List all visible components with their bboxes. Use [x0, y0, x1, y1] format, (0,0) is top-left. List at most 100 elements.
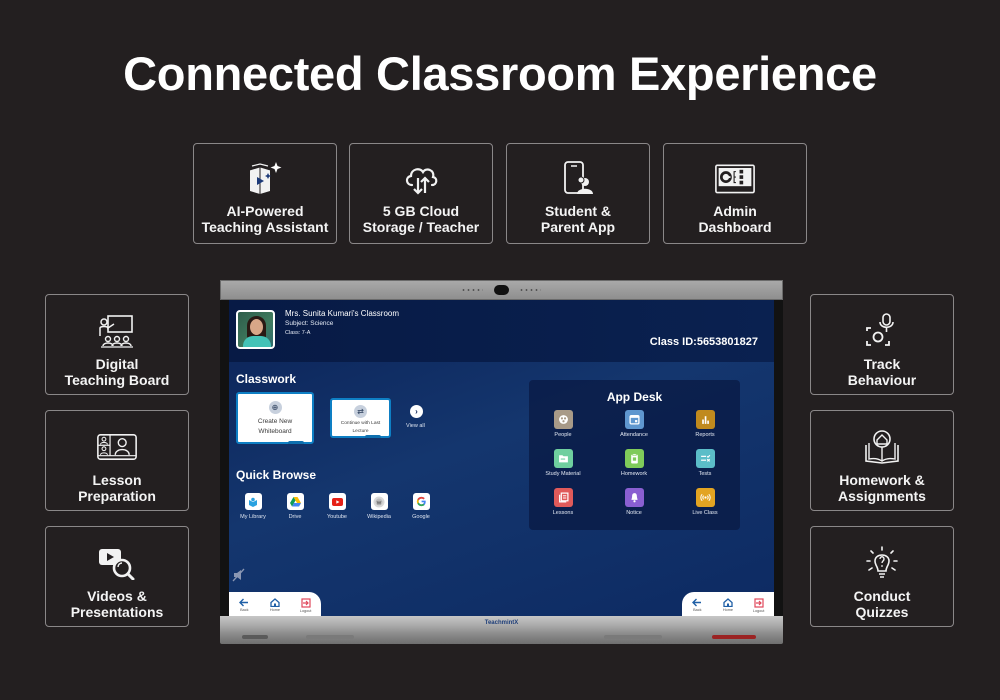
chevron-right-icon: › — [415, 407, 418, 416]
feature-label: Track Behaviour — [847, 356, 917, 388]
app-homework[interactable]: Homework — [604, 449, 664, 477]
quick-browse-my-library[interactable]: My Library — [236, 493, 270, 520]
feature-admin-dashboard: Admin Dashboard — [663, 143, 807, 244]
classwork-title: Classwork — [236, 372, 297, 386]
back-button[interactable]: Back — [231, 598, 257, 612]
app-lessons[interactable]: Lessons — [533, 488, 593, 516]
video-search-icon — [97, 544, 137, 582]
feature-homework-assignments: Homework & Assignments — [810, 410, 954, 511]
youtube-icon — [328, 493, 346, 510]
board-screen: Mrs. Sunita Kumari's Classroom Subject: … — [229, 300, 774, 616]
app-notice[interactable]: Notice — [604, 488, 664, 516]
create-whiteboard-button[interactable]: ⊕ Create New Whiteboard — [236, 392, 314, 444]
feature-label: Homework & Assignments — [838, 472, 926, 504]
mobile-user-icon — [558, 159, 598, 197]
feature-label: Admin Dashboard — [698, 203, 772, 235]
feature-videos-presentations: Videos & Presentations — [45, 526, 189, 627]
quick-browse-title: Quick Browse — [236, 468, 317, 482]
nav-panel-right: Back Home Logout — [682, 592, 774, 616]
lessons-icon — [553, 488, 573, 507]
feature-digital-teaching-board: Digital Teaching Board — [45, 294, 189, 395]
sensor-dots — [461, 289, 483, 291]
plus-circle-icon: ⊕ — [268, 401, 282, 414]
feature-conduct-quizzes: Conduct Quizzes — [810, 526, 954, 627]
back-arrow-icon — [692, 598, 702, 607]
interactive-board: Mrs. Sunita Kumari's Classroom Subject: … — [220, 280, 783, 644]
back-button[interactable]: Back — [684, 598, 710, 612]
logout-button[interactable]: Logout — [293, 597, 319, 613]
continue-lecture-label: Continue with Last Lecture — [340, 421, 381, 434]
feature-label: 5 GB Cloud Storage / Teacher — [362, 203, 480, 235]
app-live-class[interactable]: Live Class — [675, 488, 735, 516]
classroom-class: Class: 7-A — [285, 330, 311, 336]
quick-browse-wikipedia[interactable]: Wikipedia — [362, 493, 396, 520]
class-id: Class ID:5653801827 — [649, 336, 758, 348]
folder-icon — [553, 449, 573, 468]
quick-browse-drive[interactable]: Drive — [278, 493, 312, 520]
board-top-bezel — [220, 280, 783, 300]
continue-lecture-button[interactable]: ⇄ Continue with Last Lecture — [330, 398, 391, 438]
drive-icon — [286, 493, 304, 510]
app-reports[interactable]: Reports — [675, 410, 735, 438]
app-people[interactable]: People — [533, 410, 593, 438]
teacher-avatar — [236, 310, 275, 349]
classroom-subject: Subject: Science — [285, 320, 334, 327]
classroom-header: Mrs. Sunita Kumari's Classroom Subject: … — [229, 300, 774, 362]
feature-label: Lesson Preparation — [78, 472, 156, 504]
feature-label: Digital Teaching Board — [64, 356, 170, 388]
app-label: Notice — [626, 510, 642, 516]
feature-student-parent-app: Student & Parent App — [506, 143, 650, 244]
calendar-icon — [624, 410, 644, 429]
app-tests[interactable]: Tests — [675, 449, 735, 477]
home-button[interactable]: Home — [262, 598, 288, 612]
feature-label: Videos & Presentations — [70, 588, 164, 620]
speaker-grille — [306, 635, 354, 639]
view-all-label[interactable]: View all — [406, 423, 425, 429]
feature-cloud-storage: 5 GB Cloud Storage / Teacher — [349, 143, 493, 244]
clipboard-icon — [624, 449, 644, 468]
ai-book-sparkle-icon — [245, 159, 285, 197]
feature-track-behaviour: Track Behaviour — [810, 294, 954, 395]
app-study-material[interactable]: Study Material — [533, 449, 593, 477]
app-label: Study Material — [545, 471, 581, 477]
track-behaviour-icon — [862, 312, 902, 350]
create-whiteboard-label: Create New Whiteboard — [257, 418, 293, 435]
app-label: Tests — [698, 471, 712, 477]
cloud-sync-icon — [401, 159, 441, 197]
feature-label: Conduct Quizzes — [853, 588, 911, 620]
view-all-button[interactable]: › — [410, 405, 423, 418]
quick-browse-google[interactable]: Google — [404, 493, 438, 520]
google-icon — [412, 493, 430, 510]
nav-panel-left: Back Home Logout — [229, 592, 321, 616]
camera-icon — [494, 285, 509, 295]
power-indicator — [712, 635, 756, 639]
logout-icon — [754, 597, 764, 608]
app-label: Attendance — [620, 432, 648, 438]
main-title: Connected Classroom Experience — [123, 47, 877, 100]
app-label: People — [554, 432, 572, 438]
quick-browse-youtube[interactable]: Youtube — [320, 493, 354, 520]
app-label: Lessons — [552, 510, 574, 516]
classroom-name: Mrs. Sunita Kumari's Classroom — [285, 309, 399, 318]
back-arrow-icon — [239, 598, 249, 607]
app-label: Reports — [695, 432, 715, 438]
app-label: Homework — [620, 471, 648, 477]
app-label: Live Class — [692, 510, 718, 516]
home-button[interactable]: Home — [715, 598, 741, 612]
speaker-grille — [604, 635, 662, 639]
library-icon — [244, 493, 262, 510]
people-icon — [553, 410, 573, 429]
app-attendance[interactable]: Attendance — [604, 410, 664, 438]
logout-button[interactable]: Logout — [746, 597, 772, 613]
indicator-slot — [242, 635, 268, 639]
app-desk-panel: App Desk People Attendance Reports Study Ma… — [529, 380, 740, 530]
dashboard-icon — [715, 159, 755, 197]
feature-ai-teaching-assistant: AI-Powered Teaching Assistant — [193, 143, 337, 244]
screen-bezel: Mrs. Sunita Kumari's Classroom Subject: … — [220, 300, 783, 616]
brand-logo: TeachmintX — [484, 620, 519, 626]
home-icon — [270, 598, 280, 607]
mute-icon[interactable] — [232, 568, 246, 587]
video-lesson-icon — [97, 428, 137, 466]
feature-label: Student & Parent App — [540, 203, 616, 235]
wikipedia-icon — [370, 493, 388, 510]
